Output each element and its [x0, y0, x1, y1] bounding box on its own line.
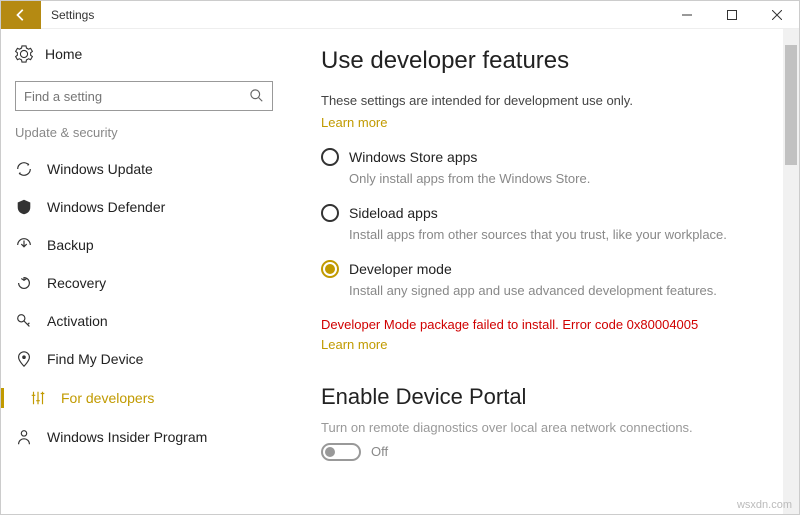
sidebar-item-recovery[interactable]: Recovery — [15, 264, 291, 302]
search-icon — [250, 89, 264, 103]
learn-more-link[interactable]: Learn more — [321, 115, 387, 130]
radio-option-developer-mode[interactable]: Developer mode Install any signed app an… — [321, 260, 763, 300]
device-portal-toggle[interactable] — [321, 443, 361, 461]
maximize-icon — [727, 10, 737, 20]
radio-label: Developer mode — [349, 261, 452, 277]
sidebar-item-label: Activation — [47, 313, 108, 329]
sidebar-item-label: Backup — [47, 237, 94, 253]
page-heading: Use developer features — [321, 47, 763, 75]
search-input[interactable] — [24, 89, 250, 104]
radio-label: Windows Store apps — [349, 149, 477, 165]
radio-icon — [321, 204, 339, 222]
active-indicator — [1, 388, 4, 408]
sidebar-item-label: Windows Insider Program — [47, 429, 207, 445]
sidebar-item-label: Windows Update — [47, 161, 153, 177]
key-icon — [15, 312, 33, 330]
sidebar-item-label: For developers — [61, 390, 154, 406]
scroll-thumb[interactable] — [785, 45, 797, 165]
close-icon — [772, 10, 782, 20]
error-message: Developer Mode package failed to install… — [321, 317, 763, 332]
back-button[interactable] — [1, 1, 41, 29]
radio-icon — [321, 148, 339, 166]
back-arrow-icon — [14, 8, 28, 22]
window-title: Settings — [51, 8, 94, 22]
sliders-icon — [29, 389, 47, 407]
sidebar-item-windows-update[interactable]: Windows Update — [15, 150, 291, 188]
backup-icon — [15, 236, 33, 254]
close-button[interactable] — [754, 1, 799, 29]
minimize-button[interactable] — [664, 1, 709, 29]
sidebar-item-backup[interactable]: Backup — [15, 226, 291, 264]
sidebar-item-label: Find My Device — [47, 351, 143, 367]
radio-desc: Install apps from other sources that you… — [349, 226, 763, 244]
maximize-button[interactable] — [709, 1, 754, 29]
sidebar-item-activation[interactable]: Activation — [15, 302, 291, 340]
radio-option-store-apps[interactable]: Windows Store apps Only install apps fro… — [321, 148, 763, 188]
toggle-state: Off — [371, 444, 388, 459]
watermark: wsxdn.com — [737, 499, 792, 511]
page-lead: These settings are intended for developm… — [321, 93, 763, 108]
sync-icon — [15, 160, 33, 178]
gear-icon — [15, 45, 33, 63]
sidebar-item-windows-defender[interactable]: Windows Defender — [15, 188, 291, 226]
error-learn-more-link[interactable]: Learn more — [321, 337, 387, 352]
insider-icon — [15, 428, 33, 446]
radio-icon-selected — [321, 260, 339, 278]
recovery-icon — [15, 274, 33, 292]
minimize-icon — [682, 10, 692, 20]
radio-desc: Install any signed app and use advanced … — [349, 282, 763, 300]
section-header: Update & security — [15, 125, 291, 140]
portal-heading: Enable Device Portal — [321, 384, 763, 410]
sidebar-item-label: Recovery — [47, 275, 106, 291]
radio-option-sideload[interactable]: Sideload apps Install apps from other so… — [321, 204, 763, 244]
sidebar: Home Update & security Windows Update Wi… — [1, 29, 291, 514]
sidebar-item-label: Windows Defender — [47, 199, 165, 215]
title-bar: Settings — [1, 1, 799, 29]
location-icon — [15, 350, 33, 368]
scrollbar[interactable] — [783, 29, 799, 514]
sidebar-item-for-developers[interactable]: For developers — [15, 378, 291, 418]
radio-desc: Only install apps from the Windows Store… — [349, 170, 763, 188]
content-area: Use developer features These settings ar… — [291, 29, 783, 514]
sidebar-item-find-my-device[interactable]: Find My Device — [15, 340, 291, 378]
shield-icon — [15, 198, 33, 216]
portal-lead: Turn on remote diagnostics over local ar… — [321, 420, 763, 435]
home-link[interactable]: Home — [15, 41, 291, 67]
sidebar-item-windows-insider[interactable]: Windows Insider Program — [15, 418, 291, 456]
radio-label: Sideload apps — [349, 205, 438, 221]
search-box[interactable] — [15, 81, 273, 111]
home-label: Home — [45, 46, 82, 62]
